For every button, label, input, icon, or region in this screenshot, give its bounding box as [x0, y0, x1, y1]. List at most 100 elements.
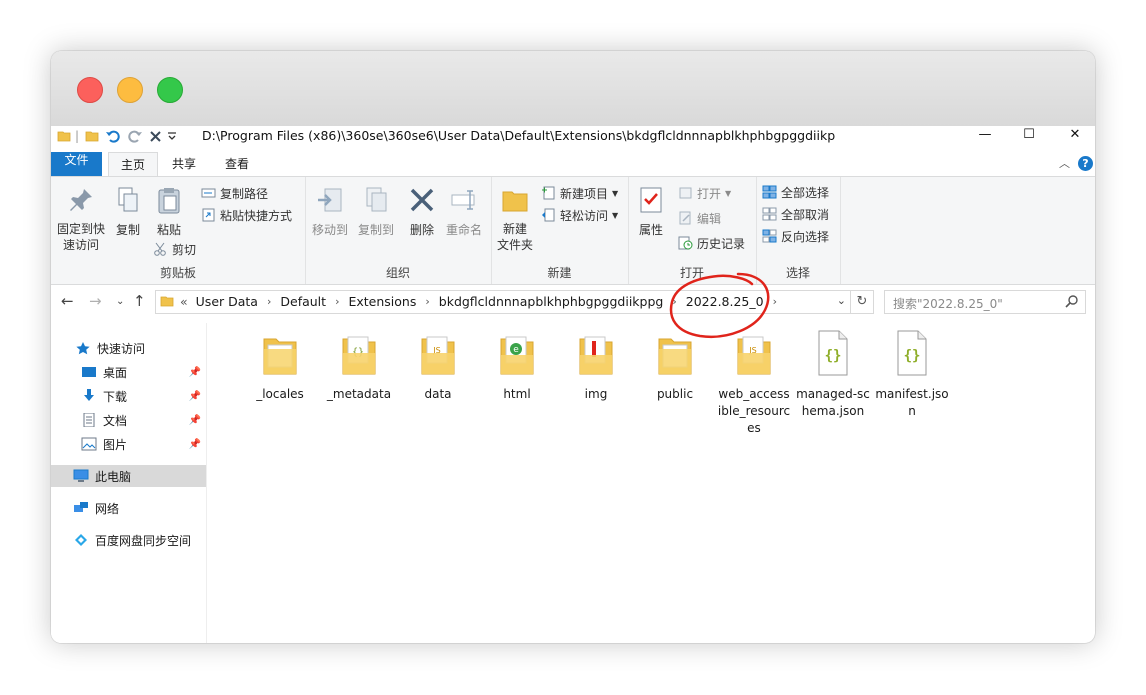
nav-item-desktop[interactable]: 桌面 📌: [51, 361, 206, 383]
chevron-right-icon[interactable]: ›: [672, 295, 676, 308]
close-traffic-light[interactable]: [77, 77, 103, 103]
pin-quick-access-button[interactable]: 固定到快 速访问: [55, 185, 107, 253]
close-button[interactable]: ✕: [1055, 126, 1095, 146]
minimize-traffic-light[interactable]: [117, 77, 143, 103]
open-button[interactable]: 打开 ▼: [678, 183, 731, 203]
address-bar[interactable]: « User Data › Default › Extensions › bkdgfl…: [155, 290, 851, 314]
delete-icon[interactable]: [149, 130, 162, 143]
customize-dropdown-icon[interactable]: [167, 130, 177, 142]
file-item[interactable]: _locales: [243, 329, 317, 403]
nav-item-pictures[interactable]: 图片 📌: [51, 433, 206, 455]
new-folder-button[interactable]: 新建 文件夹: [495, 185, 535, 253]
file-item[interactable]: public: [638, 329, 712, 403]
forward-arrow-icon[interactable]: →: [89, 292, 102, 310]
open-label: 打开: [697, 186, 722, 201]
zoom-traffic-light[interactable]: [157, 77, 183, 103]
properties-icon[interactable]: [85, 129, 99, 143]
nav-item-documents[interactable]: 文档 📌: [51, 409, 206, 431]
chevron-right-icon[interactable]: ›: [425, 295, 429, 308]
navigation-row: ← → ⌄ ↑ « User Data › Default › Extensions…: [51, 289, 1095, 315]
move-to-icon: [318, 188, 342, 212]
file-item[interactable]: JS data: [401, 329, 475, 403]
tab-share[interactable]: 共享: [161, 152, 207, 176]
file-item[interactable]: JS web_accessible_resources: [717, 329, 791, 437]
back-arrow-icon[interactable]: ←: [61, 292, 74, 310]
cut-button[interactable]: 剪切: [153, 239, 196, 259]
recent-locations-chevron-icon[interactable]: ⌄: [116, 296, 124, 307]
file-item[interactable]: img: [559, 329, 633, 403]
tab-file[interactable]: 文件: [51, 152, 102, 176]
file-item[interactable]: {} manifest.json: [875, 329, 949, 420]
breadcrumb-extension-id[interactable]: bkdgflcldnnnapblkhphbgpggdiikppg: [439, 294, 664, 309]
maximize-button[interactable]: ☐: [1009, 126, 1049, 146]
copy-to-button[interactable]: 复制到: [355, 185, 397, 238]
file-item[interactable]: e html: [480, 329, 554, 403]
delete-button[interactable]: 删除: [405, 185, 439, 238]
file-item[interactable]: {} managed-schema.json: [796, 329, 870, 420]
breadcrumb-extensions[interactable]: Extensions: [348, 294, 416, 309]
chevron-right-icon[interactable]: ›: [267, 295, 271, 308]
chevron-right-icon[interactable]: ›: [335, 295, 339, 308]
folder-html-icon: e: [500, 336, 534, 375]
nav-item-quick-access[interactable]: 快速访问: [51, 337, 206, 359]
invert-selection-button[interactable]: 反向选择: [762, 226, 829, 246]
new-item-button[interactable]: 新建项目 ▼: [541, 183, 618, 203]
move-to-button[interactable]: 移动到: [309, 185, 351, 238]
nav-item-baidu-sync[interactable]: 百度网盘同步空间: [51, 529, 206, 551]
folder-image-icon: [579, 336, 613, 375]
paste-button[interactable]: 粘贴: [151, 185, 187, 238]
computer-icon: [73, 469, 89, 482]
properties-button[interactable]: 属性: [634, 185, 668, 238]
search-box[interactable]: 搜索"2022.8.25_0": [884, 290, 1086, 314]
star-icon: [76, 342, 90, 355]
edit-button[interactable]: 编辑: [678, 208, 721, 228]
search-icon[interactable]: [1065, 294, 1079, 308]
properties-check-icon: [640, 187, 662, 213]
pin-icon: 📌: [188, 366, 201, 378]
breadcrumb-user-data[interactable]: User Data: [196, 294, 258, 309]
history-button[interactable]: 历史记录: [678, 233, 745, 253]
select-all-button[interactable]: 全部选择: [762, 182, 829, 202]
clipboard-group: 固定到快 速访问 复制 粘贴 复制路径 粘贴快捷方式 剪切 剪贴板: [51, 177, 306, 284]
breadcrumb-version[interactable]: 2022.8.25_0: [686, 294, 764, 309]
rename-label: 重命名: [445, 223, 482, 237]
copy-path-label: 复制路径: [220, 186, 269, 201]
select-all-label: 全部选择: [781, 185, 830, 200]
file-name: img: [584, 387, 608, 401]
nav-item-this-pc[interactable]: 此电脑: [51, 465, 206, 487]
select-none-button[interactable]: 全部取消: [762, 204, 829, 224]
folder-icon: [160, 296, 174, 307]
copy-path-button[interactable]: 复制路径: [201, 183, 268, 203]
breadcrumb-overflow[interactable]: «: [180, 294, 188, 309]
history-icon: [678, 236, 693, 250]
chevron-right-icon[interactable]: ›: [773, 295, 777, 308]
undo-icon[interactable]: [105, 129, 121, 143]
copy-icon: [118, 187, 138, 212]
window-title: D:\Program Files (x86)\360se\360se6\User…: [202, 128, 836, 143]
file-item[interactable]: {} _metadata: [322, 329, 396, 403]
file-name: manifest.json: [875, 387, 949, 418]
paste-icon: [158, 188, 180, 214]
tab-home[interactable]: 主页: [108, 152, 158, 177]
redo-icon[interactable]: [127, 129, 143, 143]
address-dropdown-icon[interactable]: ⌄: [837, 294, 846, 307]
rename-button[interactable]: 重命名: [443, 185, 485, 238]
up-arrow-icon[interactable]: ↑: [133, 292, 146, 310]
select-group-label: 选择: [785, 266, 810, 280]
refresh-icon[interactable]: ↻: [851, 290, 874, 314]
ribbon-collapse-icon[interactable]: ︿: [1059, 155, 1070, 171]
minimize-button[interactable]: —: [965, 126, 1005, 146]
copy-to-icon: [366, 187, 387, 212]
json-file-icon: {}: [818, 330, 848, 376]
help-icon[interactable]: ?: [1078, 156, 1093, 171]
paste-shortcut-button[interactable]: 粘贴快捷方式: [201, 205, 292, 225]
tab-view[interactable]: 查看: [214, 152, 260, 176]
nav-label-documents: 文档: [103, 413, 128, 428]
breadcrumb-default[interactable]: Default: [280, 294, 326, 309]
copy-button[interactable]: 复制: [111, 185, 145, 238]
ribbon-tabs: 文件 主页 共享 查看 ︿ ?: [51, 152, 1095, 177]
easy-access-button[interactable]: 轻松访问 ▼: [541, 205, 618, 225]
nav-item-network[interactable]: 网络: [51, 497, 206, 519]
history-label: 历史记录: [697, 236, 746, 251]
nav-item-downloads[interactable]: 下载 📌: [51, 385, 206, 407]
